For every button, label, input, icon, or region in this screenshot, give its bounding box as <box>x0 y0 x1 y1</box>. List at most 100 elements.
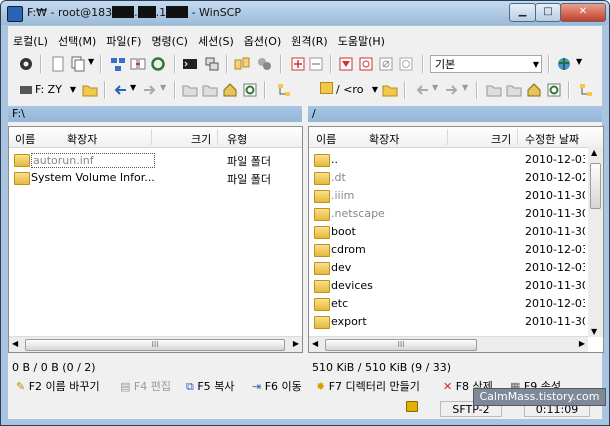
preferences-gear-icon[interactable] <box>18 56 34 72</box>
chevron-down-icon[interactable]: ▼ <box>130 83 136 92</box>
menu-remote[interactable]: 원격(R) <box>286 31 332 51</box>
chevron-down-icon[interactable]: ▼ <box>70 81 76 99</box>
table-row[interactable]: .iiim 2010-11-30 <box>309 187 603 205</box>
rename-button[interactable]: ✎ F2 이름 바꾸기 <box>16 378 100 394</box>
table-row[interactable]: export 2010-11-30 <box>309 313 603 331</box>
find-files-icon[interactable] <box>256 56 272 72</box>
parent-dir-icon[interactable] <box>182 82 198 98</box>
queue-icon[interactable] <box>234 56 250 72</box>
forward-arrow-icon[interactable] <box>444 82 460 98</box>
menu-mark[interactable]: 선택(M) <box>53 31 101 51</box>
column-separator[interactable] <box>151 129 152 145</box>
table-row[interactable]: System Volume Infor... 파일 폴더 <box>9 169 302 187</box>
local-col-ext[interactable]: 확장자 <box>67 131 97 147</box>
local-path-bar[interactable]: F:\ <box>8 106 302 122</box>
filter-icon[interactable] <box>338 56 354 72</box>
move-button[interactable]: ⇥ F6 이동 <box>252 378 302 394</box>
scroll-thumb[interactable]: III <box>25 339 285 351</box>
edit-button[interactable]: ▤ F4 편집 <box>120 378 171 394</box>
home-icon[interactable] <box>526 82 542 98</box>
chevron-down-icon[interactable]: ▼ <box>462 83 468 92</box>
copy-button[interactable]: ⧉ F5 복사 <box>186 378 234 394</box>
title-bar[interactable]: F:₩ - root@183. .1 - WinSCP ▁ □ ✕ <box>1 1 609 25</box>
remote-col-name[interactable]: 이름 <box>316 131 336 147</box>
local-drive-combo[interactable]: F: ZY ▼ <box>16 81 78 99</box>
scroll-thumb[interactable] <box>590 163 601 209</box>
minimize-button[interactable]: ▁ <box>509 3 536 22</box>
chevron-down-icon[interactable]: ▼ <box>88 57 94 66</box>
chevron-down-icon[interactable]: ▼ <box>432 83 438 92</box>
forward-arrow-icon[interactable] <box>142 82 158 98</box>
local-col-name[interactable]: 이름 <box>15 131 35 147</box>
table-row[interactable]: etc 2010-12-03 <box>309 295 603 313</box>
chevron-left-icon[interactable]: ◀ <box>312 339 318 348</box>
column-separator[interactable] <box>217 129 218 145</box>
chevron-up-icon[interactable]: ▲ <box>591 148 597 157</box>
network-icon[interactable] <box>110 56 126 72</box>
maximize-button[interactable]: □ <box>535 3 561 22</box>
local-horizontal-scrollbar[interactable]: ◀ III ▶ <box>9 336 302 352</box>
winscp-app-icon[interactable] <box>7 6 23 22</box>
table-row[interactable]: devices 2010-11-30 <box>309 277 603 295</box>
table-row[interactable]: .. 2010-12-03 <box>309 151 603 169</box>
menu-files[interactable]: 파일(F) <box>101 31 146 51</box>
select-files-icon[interactable] <box>290 56 306 72</box>
close-button[interactable]: ✕ <box>560 3 606 22</box>
chevron-down-icon[interactable]: ▼ <box>160 83 166 92</box>
table-row[interactable]: .netscape 2010-11-30 <box>309 205 603 223</box>
create-directory-button[interactable]: ✸ F7 디렉터리 만들기 <box>316 378 420 394</box>
remote-col-modified[interactable]: 수정한 날짜 <box>525 131 579 147</box>
home-icon[interactable] <box>222 82 238 98</box>
scroll-thumb[interactable]: III <box>325 339 477 351</box>
table-row[interactable]: cdrom 2010-12-03 <box>309 241 603 259</box>
local-file-icon[interactable] <box>50 56 66 72</box>
parent-dir-icon[interactable] <box>486 82 502 98</box>
remote-file-panel[interactable]: 이름 확장자 크기 수정한 날짜 .. 2010-12-03 .dt 2010-12-… <box>308 126 604 353</box>
history-icon[interactable] <box>398 56 414 72</box>
remote-path-bar[interactable]: / <box>308 106 602 122</box>
menu-session[interactable]: 세션(S) <box>193 31 239 51</box>
console-icon[interactable] <box>182 56 198 72</box>
globe-icon[interactable] <box>556 56 572 72</box>
table-row[interactable]: dev 2010-12-03 <box>309 259 603 277</box>
menu-local[interactable]: 로컬(L) <box>8 31 53 51</box>
chevron-right-icon[interactable]: ▶ <box>293 339 299 348</box>
copy-files-icon[interactable] <box>70 56 86 72</box>
remote-horizontal-scrollbar[interactable]: ◀ III ▶ <box>309 336 588 352</box>
chevron-down-icon[interactable]: ▼ <box>576 57 582 66</box>
column-separator[interactable] <box>447 129 448 145</box>
table-row[interactable]: boot 2010-11-30 <box>309 223 603 241</box>
chevron-down-icon[interactable]: ▼ <box>372 81 378 99</box>
column-separator[interactable] <box>517 129 518 145</box>
table-row[interactable]: .dt 2010-12-02 <box>309 169 603 187</box>
menu-commands[interactable]: 명령(C) <box>146 31 193 51</box>
local-file-panel[interactable]: 이름 확장자 크기 유형 autorun.inf 파일 폴더 System Vo… <box>8 126 303 353</box>
putty-icon[interactable] <box>204 56 220 72</box>
unselect-files-icon[interactable] <box>308 56 324 72</box>
remote-vertical-scrollbar[interactable]: ▲ ▼ <box>588 147 603 337</box>
chevron-left-icon[interactable]: ◀ <box>12 339 18 348</box>
root-dir-icon[interactable] <box>202 82 218 98</box>
chevron-down-icon[interactable]: ▼ <box>591 327 597 336</box>
chevron-down-icon[interactable]: ▼ <box>533 56 539 72</box>
chevron-right-icon[interactable]: ▶ <box>579 339 585 348</box>
open-folder-icon[interactable] <box>82 82 98 98</box>
refresh-icon[interactable] <box>242 82 258 98</box>
invert-selection-icon[interactable] <box>358 56 374 72</box>
menu-options[interactable]: 옵션(O) <box>239 31 286 51</box>
refresh-icon[interactable] <box>546 82 562 98</box>
transfer-preset-combo[interactable]: 기본 ▼ <box>430 55 542 73</box>
open-folder-icon[interactable] <box>382 82 398 98</box>
local-col-type[interactable]: 유형 <box>227 131 247 147</box>
remote-col-ext[interactable]: 확장자 <box>369 131 399 147</box>
table-row[interactable]: autorun.inf 파일 폴더 <box>9 151 302 169</box>
root-dir-icon[interactable] <box>506 82 522 98</box>
tree-view-icon[interactable] <box>276 82 292 98</box>
back-arrow-icon[interactable] <box>112 82 128 98</box>
remote-path-combo[interactable]: / <ro ▼ <box>316 81 380 99</box>
tree-view-icon[interactable] <box>578 82 594 98</box>
synchronize-icon[interactable] <box>130 56 146 72</box>
remote-col-size[interactable]: 크기 <box>491 131 511 147</box>
menu-help[interactable]: 도움말(H) <box>333 31 390 51</box>
back-arrow-icon[interactable] <box>414 82 430 98</box>
